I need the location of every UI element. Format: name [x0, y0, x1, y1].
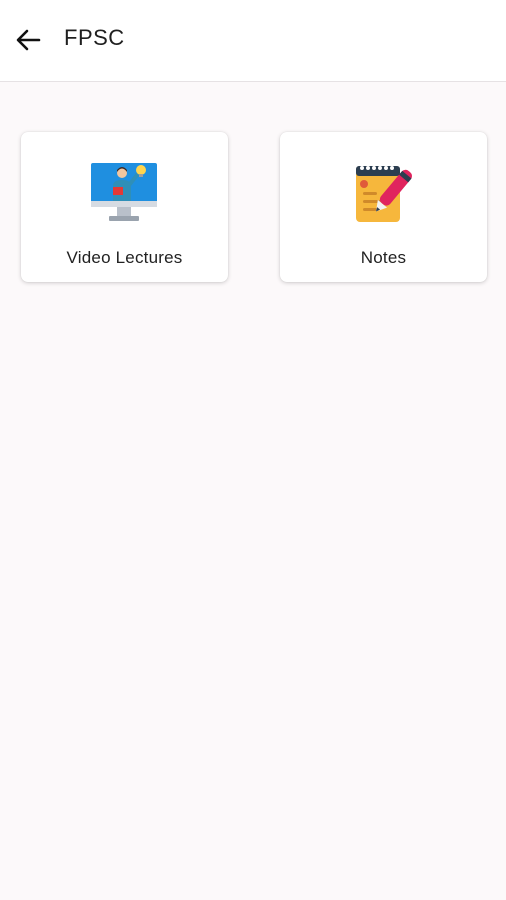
- back-button[interactable]: [10, 24, 46, 60]
- page-title: FPSC: [64, 25, 125, 50]
- arrow-left-icon: [15, 27, 41, 58]
- notepad-pen-icon: [348, 160, 420, 226]
- video-lectures-card[interactable]: Video Lectures: [21, 132, 228, 282]
- notes-label: Notes: [360, 248, 407, 267]
- notes-card[interactable]: Notes: [280, 132, 487, 282]
- video-lecture-monitor-icon: [89, 160, 161, 226]
- app-bar: FPSC: [0, 0, 506, 82]
- video-lectures-label: Video Lectures: [66, 248, 183, 267]
